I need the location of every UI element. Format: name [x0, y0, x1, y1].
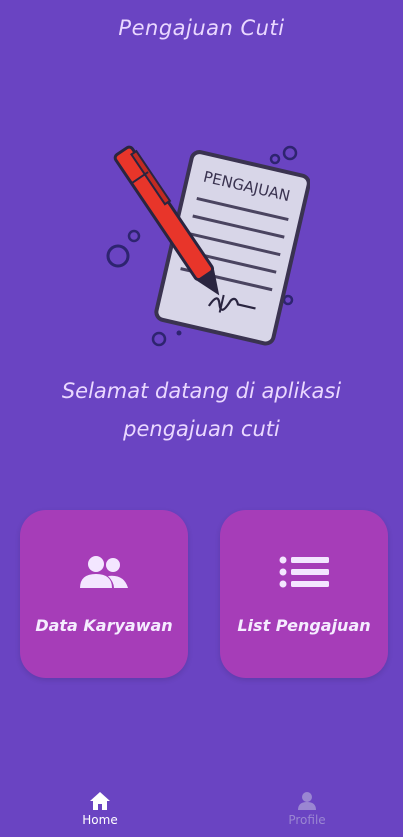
nav-item-profile[interactable]: Profile	[257, 791, 357, 827]
nav-home-label: Home	[82, 813, 118, 827]
page-title: Pengajuan Cuti	[118, 16, 285, 40]
document-signing-illustration: PENGAJUAN	[106, 145, 311, 347]
welcome-line-2: pengajuan cuti	[123, 417, 280, 441]
hero-illustration: PENGAJUAN	[95, 140, 311, 355]
welcome-line-1: Selamat datang di aplikasi	[61, 379, 342, 403]
list-pengajuan-card[interactable]: List Pengajuan	[220, 510, 388, 678]
welcome-message: Selamat datang di aplikasi pengajuan cut…	[0, 372, 403, 448]
bottom-navigation: Home Profile	[0, 781, 403, 837]
person-icon	[298, 792, 316, 810]
nav-profile-label: Profile	[288, 813, 326, 827]
data-karyawan-card[interactable]: Data Karyawan	[20, 510, 188, 678]
list-pengajuan-label: List Pengajuan	[237, 616, 371, 635]
data-karyawan-label: Data Karyawan	[35, 616, 173, 635]
people-icon	[80, 556, 128, 588]
list-icon	[279, 556, 329, 588]
home-icon	[90, 792, 110, 810]
nav-item-home[interactable]: Home	[50, 791, 150, 827]
